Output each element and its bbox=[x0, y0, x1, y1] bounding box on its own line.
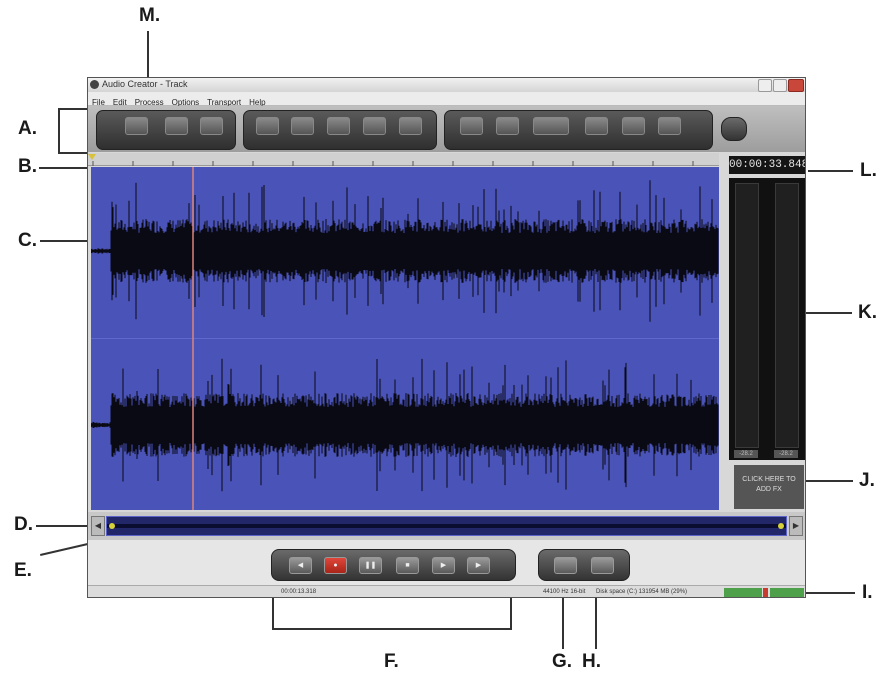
disk-indicator bbox=[770, 588, 804, 597]
file-toolbar-group bbox=[96, 110, 236, 150]
timeline-ruler[interactable] bbox=[88, 153, 719, 166]
import-button[interactable] bbox=[165, 117, 188, 135]
callout-d: D. bbox=[14, 514, 33, 535]
waveform-graphic bbox=[91, 167, 719, 510]
callout-j: J. bbox=[859, 470, 875, 491]
app-window: Audio Creator - Track File Edit Process Opt… bbox=[87, 77, 806, 598]
zoom-out-button[interactable] bbox=[591, 557, 614, 574]
pause-button[interactable]: ❚❚ bbox=[359, 557, 382, 574]
leader-i bbox=[800, 592, 855, 594]
overview-end-marker bbox=[778, 523, 784, 529]
main-toolbar bbox=[88, 106, 805, 152]
time-display: 00:00:33.848 bbox=[729, 156, 805, 174]
overview-start-marker bbox=[109, 523, 115, 529]
new-file-button[interactable] bbox=[125, 117, 148, 135]
crop-button[interactable] bbox=[327, 117, 350, 135]
stop-button[interactable]: ■ bbox=[396, 557, 419, 574]
callout-i: I. bbox=[862, 582, 873, 603]
status-bar: 00:00:13.318 44100 Hz 16-bit Disk space … bbox=[88, 585, 805, 597]
callout-a: A. bbox=[18, 118, 37, 139]
status-format: 44100 Hz 16-bit bbox=[543, 589, 586, 595]
fade-in-button[interactable] bbox=[460, 117, 483, 135]
add-fx-line2: ADD FX bbox=[756, 486, 782, 493]
stop-icon: ■ bbox=[405, 562, 410, 569]
effect-button-6[interactable] bbox=[658, 117, 681, 135]
transport-controls: ◀ ● ❚❚ ■ ▶ ▶ bbox=[271, 549, 516, 581]
leader-f-bottom bbox=[272, 628, 512, 630]
fade-out-button[interactable] bbox=[496, 117, 519, 135]
play-button[interactable]: ▶ bbox=[432, 557, 455, 574]
add-fx-line1: CLICK HERE TO bbox=[742, 476, 796, 483]
callout-k: K. bbox=[858, 302, 877, 323]
maximize-button[interactable] bbox=[773, 79, 787, 92]
effects-toolbar-group bbox=[444, 110, 713, 150]
toolbar-extra-button[interactable] bbox=[721, 117, 747, 141]
effect-button-5[interactable] bbox=[622, 117, 645, 135]
alert-indicator bbox=[763, 588, 768, 597]
delete-selection-button[interactable] bbox=[291, 117, 314, 135]
overview-graphic bbox=[105, 515, 788, 537]
leader-j bbox=[805, 480, 853, 482]
play-icon: ▶ bbox=[440, 562, 447, 569]
insert-silence-button[interactable] bbox=[363, 117, 386, 135]
right-meter-label: -28.2 bbox=[774, 450, 798, 458]
callout-e: E. bbox=[14, 560, 32, 581]
waveform-editor[interactable] bbox=[91, 167, 719, 510]
scroll-left-button[interactable]: ◀ bbox=[91, 516, 105, 536]
transport-bar: ◀ ● ❚❚ ■ ▶ ▶ bbox=[88, 540, 805, 585]
app-title: Audio Creator - Track bbox=[102, 79, 188, 89]
overview-bar: ◀ ▶ bbox=[88, 512, 805, 540]
normalize-button[interactable] bbox=[533, 117, 569, 135]
rewind-button[interactable]: ◀ bbox=[289, 557, 312, 574]
callout-m: M. bbox=[139, 5, 161, 26]
status-disk-space: Disk space (C:) 131954 MB (29%) bbox=[596, 589, 688, 595]
leader-b bbox=[39, 167, 91, 169]
save-button[interactable] bbox=[200, 117, 223, 135]
app-icon bbox=[90, 80, 99, 89]
callout-l: L. bbox=[860, 160, 877, 181]
left-channel-waveform bbox=[91, 180, 719, 322]
scroll-right-button[interactable]: ▶ bbox=[789, 516, 803, 536]
right-channel-waveform bbox=[91, 358, 719, 492]
zoom-controls bbox=[538, 549, 630, 581]
callout-b: B. bbox=[18, 156, 37, 177]
cpu-indicator bbox=[724, 588, 762, 597]
leader-m bbox=[147, 31, 149, 78]
record-button[interactable]: ● bbox=[324, 557, 347, 574]
select-all-button[interactable] bbox=[256, 117, 279, 135]
overview-waveform[interactable] bbox=[105, 515, 788, 537]
reverse-button[interactable] bbox=[585, 117, 608, 135]
level-meters: -28.2 -28.2 bbox=[729, 178, 805, 460]
callout-g: G. bbox=[552, 651, 573, 672]
callout-f: F. bbox=[384, 651, 399, 672]
leader-a-bracket bbox=[58, 108, 60, 154]
title-bar: Audio Creator - Track bbox=[88, 78, 805, 92]
callout-c: C. bbox=[18, 230, 37, 251]
undo-button[interactable] bbox=[399, 117, 422, 135]
right-channel-meter bbox=[775, 183, 799, 448]
menu-bar: File Edit Process Options Transport Help bbox=[88, 92, 805, 107]
add-fx-box[interactable]: CLICK HERE TO ADD FX bbox=[734, 465, 804, 509]
forward-button[interactable]: ▶ bbox=[467, 557, 490, 574]
record-icon: ● bbox=[333, 562, 338, 569]
callout-h: H. bbox=[582, 651, 601, 672]
edit-toolbar-group bbox=[243, 110, 437, 150]
minimize-button[interactable] bbox=[758, 79, 772, 92]
pause-icon: ❚❚ bbox=[364, 562, 377, 569]
playhead-marker bbox=[88, 154, 96, 160]
zoom-in-button[interactable] bbox=[554, 557, 577, 574]
close-button[interactable] bbox=[788, 79, 804, 92]
ruler-ticks bbox=[88, 154, 694, 166]
left-channel-meter bbox=[735, 183, 759, 448]
leader-l bbox=[808, 170, 853, 172]
left-meter-label: -28.2 bbox=[734, 450, 758, 458]
status-position: 00:00:13.318 bbox=[281, 589, 317, 595]
